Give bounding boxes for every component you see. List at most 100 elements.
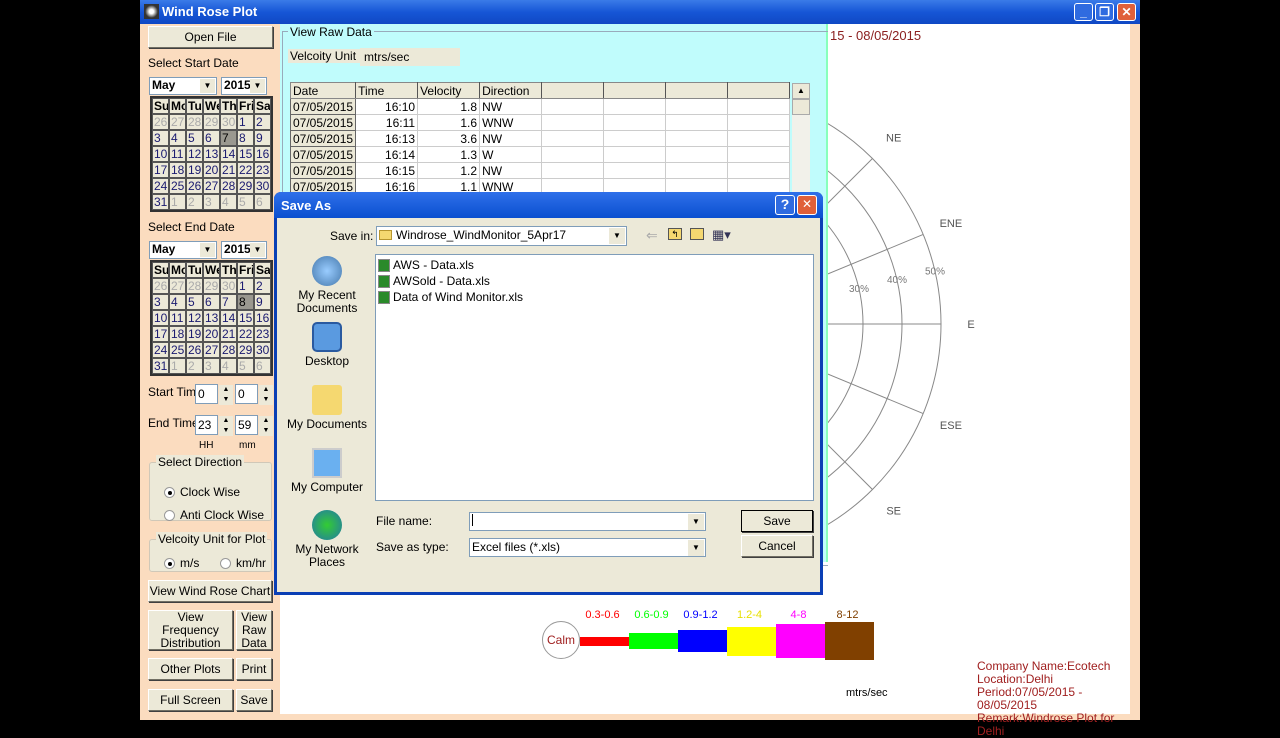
calendar-day[interactable]: 29 bbox=[237, 342, 254, 358]
end-minute-spinner[interactable]: 59 ▲ ▼ bbox=[235, 415, 273, 436]
save-in-select[interactable]: Windrose_WindMonitor_5Apr17 ▼ bbox=[376, 226, 627, 246]
chevron-down-icon[interactable]: ▼ bbox=[688, 514, 704, 530]
calendar-day[interactable]: 1 bbox=[169, 194, 186, 210]
calendar-day[interactable]: 26 bbox=[186, 178, 203, 194]
calendar-day[interactable]: 30 bbox=[254, 178, 271, 194]
column-header[interactable]: Velocity bbox=[417, 82, 481, 99]
calendar-day[interactable]: 27 bbox=[203, 342, 220, 358]
calendar-day[interactable]: 2 bbox=[254, 278, 271, 294]
calendar-day[interactable]: 6 bbox=[203, 294, 220, 310]
file-item[interactable]: Data of Wind Monitor.xls bbox=[378, 289, 811, 305]
column-header[interactable]: Date bbox=[289, 82, 357, 99]
calendar-day[interactable]: 9 bbox=[254, 130, 271, 146]
calendar-day[interactable]: 11 bbox=[169, 310, 186, 326]
full-screen-button[interactable]: Full Screen bbox=[148, 689, 233, 711]
calendar-day[interactable]: 27 bbox=[169, 114, 186, 130]
calendar-day[interactable]: 5 bbox=[186, 130, 203, 146]
new-folder-icon[interactable] bbox=[690, 228, 704, 240]
save-button[interactable]: Save bbox=[236, 689, 272, 711]
calendar-day[interactable]: 10 bbox=[152, 310, 169, 326]
clockwise-radio[interactable]: Clock Wise bbox=[164, 485, 240, 499]
calendar-day[interactable]: 5 bbox=[237, 358, 254, 374]
calendar-day[interactable]: 30 bbox=[254, 342, 271, 358]
calendar-day[interactable]: 4 bbox=[169, 294, 186, 310]
minimize-button[interactable]: _ bbox=[1074, 3, 1093, 21]
spinner-arrows-icon[interactable]: ▲ ▼ bbox=[259, 385, 273, 405]
calendar-day[interactable]: 27 bbox=[203, 178, 220, 194]
calendar-day[interactable]: 7 bbox=[220, 130, 237, 146]
file-item[interactable]: AWSold - Data.xls bbox=[378, 273, 811, 289]
calendar-day[interactable]: 21 bbox=[220, 162, 237, 178]
chevron-down-icon[interactable]: ▼ bbox=[200, 243, 215, 257]
calendar-day[interactable]: 6 bbox=[254, 358, 271, 374]
calendar-day[interactable]: 11 bbox=[169, 146, 186, 162]
calendar-day[interactable]: 25 bbox=[169, 178, 186, 194]
start-month-select[interactable]: May ▼ bbox=[149, 77, 217, 95]
calendar-day[interactable]: 30 bbox=[220, 114, 237, 130]
calendar-day[interactable]: 15 bbox=[237, 310, 254, 326]
calendar-day[interactable]: 22 bbox=[237, 162, 254, 178]
calendar-day[interactable]: 6 bbox=[254, 194, 271, 210]
view-wind-rose-chart-button[interactable]: View Wind Rose Chart bbox=[148, 580, 272, 602]
file-item[interactable]: AWS - Data.xls bbox=[378, 257, 811, 273]
help-button[interactable]: ? bbox=[775, 195, 795, 215]
calendar-day[interactable]: 23 bbox=[254, 326, 271, 342]
table-row[interactable]: 07/05/2015 16:15 1.2 NW bbox=[289, 162, 791, 179]
column-header[interactable] bbox=[541, 82, 605, 99]
place-my-computer[interactable]: My Computer bbox=[277, 448, 377, 494]
calendar-day[interactable]: 28 bbox=[220, 342, 237, 358]
calendar-day[interactable]: 19 bbox=[186, 162, 203, 178]
calendar-day[interactable]: 4 bbox=[220, 358, 237, 374]
restore-button[interactable]: ❐ bbox=[1095, 3, 1114, 21]
calendar-day[interactable]: 29 bbox=[203, 278, 220, 294]
column-header[interactable] bbox=[665, 82, 729, 99]
column-header[interactable]: Direction bbox=[479, 82, 543, 99]
calendar-day[interactable]: 15 bbox=[237, 146, 254, 162]
view-menu-icon[interactable]: ▦▾ bbox=[712, 227, 731, 243]
calendar-day[interactable]: 5 bbox=[186, 294, 203, 310]
calendar-day[interactable]: 27 bbox=[169, 278, 186, 294]
table-row[interactable]: 07/05/2015 16:14 1.3 W bbox=[289, 146, 791, 163]
calendar-day[interactable]: 17 bbox=[152, 326, 169, 342]
chevron-down-icon[interactable]: ▼ bbox=[688, 540, 704, 556]
file-list[interactable]: AWS - Data.xls AWSold - Data.xls Data of W… bbox=[375, 254, 814, 501]
raw-data-table[interactable]: Date Time Velocity Direction 07/05/2015 16:10… bbox=[289, 82, 791, 195]
calendar-day[interactable]: 28 bbox=[186, 114, 203, 130]
table-row[interactable]: 07/05/2015 16:10 1.8 NW bbox=[289, 98, 791, 115]
end-hour-spinner[interactable]: 23 ▲ ▼ bbox=[195, 415, 233, 436]
calendar-day[interactable]: 18 bbox=[169, 326, 186, 342]
calendar-day[interactable]: 1 bbox=[169, 358, 186, 374]
calendar-day[interactable]: 21 bbox=[220, 326, 237, 342]
chevron-down-icon[interactable]: ▼ bbox=[200, 79, 215, 93]
chevron-down-icon[interactable]: ▼ bbox=[250, 243, 265, 257]
table-scrollbar[interactable]: ▲ bbox=[792, 83, 810, 193]
view-raw-data-button[interactable]: View Raw Data bbox=[236, 610, 272, 650]
table-row[interactable]: 07/05/2015 16:11 1.6 WNW bbox=[289, 114, 791, 131]
view-frequency-distribution-button[interactable]: View Frequency Distribution bbox=[148, 610, 233, 650]
calendar-day[interactable]: 31 bbox=[152, 194, 169, 210]
start-date-calendar[interactable]: SunMonTueWedThuFriSat2627282930123456789… bbox=[150, 96, 273, 212]
scroll-thumb[interactable] bbox=[792, 99, 810, 115]
calendar-day[interactable]: 6 bbox=[203, 130, 220, 146]
other-plots-button[interactable]: Other Plots bbox=[148, 658, 233, 680]
calendar-day[interactable]: 4 bbox=[169, 130, 186, 146]
start-year-select[interactable]: 2015 ▼ bbox=[221, 77, 267, 95]
place-network[interactable]: My Network Places bbox=[277, 510, 377, 569]
back-arrow-icon[interactable]: ⇐ bbox=[646, 227, 658, 244]
place-my-documents[interactable]: My Documents bbox=[277, 385, 377, 431]
calendar-day[interactable]: 3 bbox=[152, 294, 169, 310]
calendar-day[interactable]: 2 bbox=[254, 114, 271, 130]
calendar-day[interactable]: 3 bbox=[203, 358, 220, 374]
chevron-down-icon[interactable]: ▼ bbox=[609, 228, 625, 244]
calendar-day[interactable]: 10 bbox=[152, 146, 169, 162]
table-row[interactable]: 07/05/2015 16:13 3.6 NW bbox=[289, 130, 791, 147]
spinner-arrows-icon[interactable]: ▲ ▼ bbox=[259, 416, 273, 436]
calendar-day[interactable]: 13 bbox=[203, 146, 220, 162]
calendar-day[interactable]: 31 bbox=[152, 358, 169, 374]
calendar-day[interactable]: 20 bbox=[203, 326, 220, 342]
file-name-input[interactable]: ▼ bbox=[469, 512, 706, 531]
calendar-day[interactable]: 24 bbox=[152, 178, 169, 194]
calendar-day[interactable]: 7 bbox=[220, 294, 237, 310]
calendar-day[interactable]: 26 bbox=[186, 342, 203, 358]
calendar-day[interactable]: 20 bbox=[203, 162, 220, 178]
